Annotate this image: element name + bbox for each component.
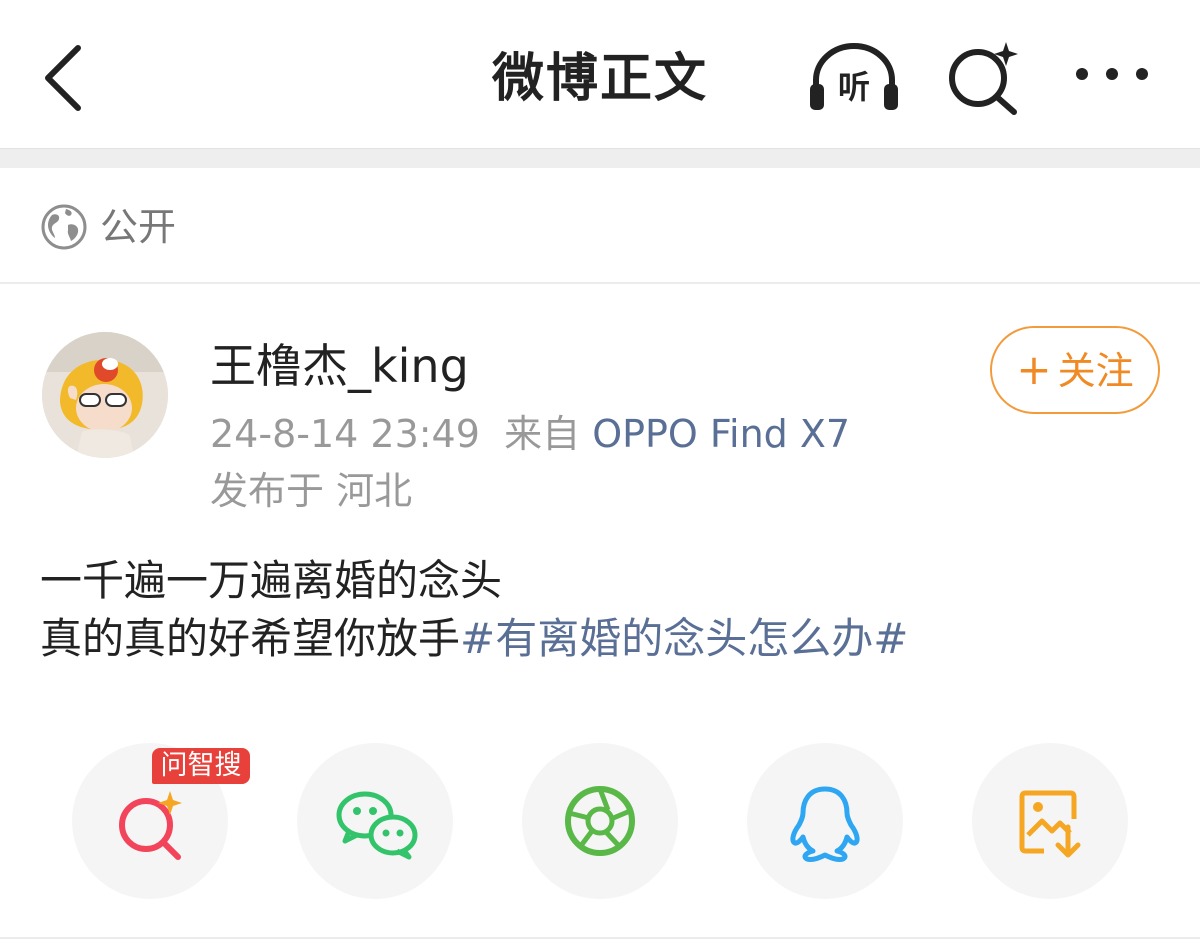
listen-button[interactable]: 听 xyxy=(806,40,902,114)
avatar[interactable] xyxy=(42,332,168,458)
save-image-icon xyxy=(1019,790,1081,858)
globe-icon xyxy=(41,204,87,250)
more-dots-icon xyxy=(1076,68,1148,80)
back-button[interactable] xyxy=(30,40,100,116)
plus-icon: + xyxy=(1016,345,1052,394)
avatar-image xyxy=(42,332,168,458)
wechat-icon xyxy=(336,791,418,860)
source-prefix: 来自 xyxy=(504,412,581,456)
svg-text:听: 听 xyxy=(838,68,870,106)
post-text-plain: 真的真的好希望你放手 xyxy=(40,614,461,663)
visibility-row xyxy=(0,168,1200,284)
author-name[interactable]: 王橹杰_king xyxy=(210,336,469,396)
moments-icon xyxy=(565,786,635,856)
post-text-line: 真的真的好希望你放手#有离婚的念头怎么办# xyxy=(40,610,908,668)
share-wechat-button[interactable] xyxy=(297,743,453,899)
post-body: 一千遍一万遍离婚的念头 真的真的好希望你放手#有离婚的念头怎么办# xyxy=(40,552,908,668)
section-divider xyxy=(0,148,1200,168)
post-timestamp: 24-8-14 23:49 xyxy=(210,412,480,456)
follow-button[interactable]: + 关注 xyxy=(990,326,1160,414)
top-bar: 微博正文 听 xyxy=(0,0,1200,148)
share-moments-button[interactable] xyxy=(522,743,678,899)
hashtag-link[interactable]: #有离婚的念头怎么办# xyxy=(460,614,908,663)
more-button[interactable] xyxy=(1070,52,1154,96)
visibility-label: 公开 xyxy=(100,205,177,249)
headphones-icon: 听 xyxy=(810,43,898,110)
post-text-line: 一千遍一万遍离婚的念头 xyxy=(40,556,503,605)
ai-search-badge: 问智搜 xyxy=(152,748,250,784)
chevron-left-icon xyxy=(45,45,81,111)
qq-icon xyxy=(790,786,860,862)
follow-label: 关注 xyxy=(1057,349,1134,393)
post-meta: 24-8-14 23:49 来自 OPPO Find X7 xyxy=(210,408,850,460)
ai-search-icon xyxy=(949,42,1018,115)
device-link[interactable]: OPPO Find X7 xyxy=(592,412,850,456)
share-qq-button[interactable] xyxy=(747,743,903,899)
ai-search-button[interactable] xyxy=(944,38,1024,118)
save-image-button[interactable] xyxy=(972,743,1128,899)
post-location: 发布于 河北 xyxy=(210,469,413,513)
